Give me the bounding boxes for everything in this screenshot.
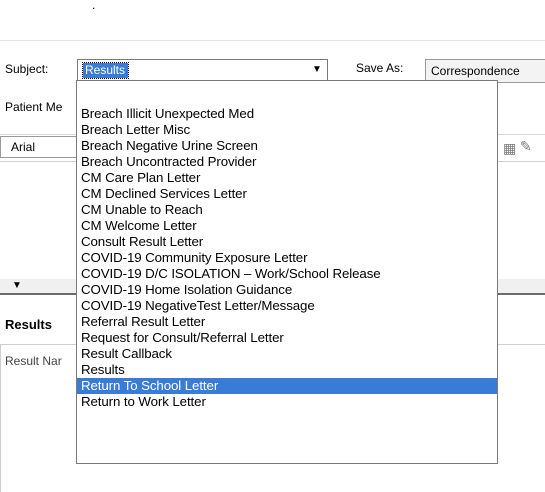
results-heading: Results <box>5 317 52 332</box>
dropdown-option[interactable]: Return to Work Letter <box>77 394 497 410</box>
dropdown-option[interactable]: Return To School Letter <box>77 378 497 394</box>
font-selector[interactable]: Arial <box>0 136 84 158</box>
stray-dot: . <box>92 0 96 12</box>
save-as-value: Correspondence <box>431 64 520 78</box>
save-as-label: Save As: <box>356 61 404 75</box>
subject-select[interactable]: Results ▼ <box>77 59 328 81</box>
patient-label: Patient Me <box>5 100 63 114</box>
dropdown-option[interactable]: COVID-19 NegativeTest Letter/Message <box>77 298 497 314</box>
dropdown-option[interactable]: Referral Result Letter <box>77 314 497 330</box>
subject-dropdown-list[interactable]: Breach Illicit Unexpected Med Breach Lett… <box>76 80 498 464</box>
dropdown-option[interactable]: Breach Uncontracted Provider <box>77 154 497 170</box>
dropdown-option[interactable]: Breach Illicit Unexpected Med <box>77 106 497 122</box>
font-name: Arial <box>11 140 36 154</box>
top-separator <box>0 40 545 49</box>
result-name-column-header[interactable]: Result Nar <box>5 354 62 368</box>
dropdown-option[interactable]: Consult Result Letter <box>77 234 497 250</box>
dropdown-option[interactable]: Result Callback <box>77 346 497 362</box>
subject-label: Subject: <box>5 62 49 76</box>
dropdown-option[interactable]: CM Declined Services Letter <box>77 186 497 202</box>
highlighter-icon[interactable]: ✎ <box>520 138 532 155</box>
dropdown-option[interactable]: CM Unable to Reach <box>77 202 497 218</box>
dropdown-option[interactable]: COVID-19 Home Isolation Guidance <box>77 282 497 298</box>
dropdown-option[interactable]: CM Care Plan Letter <box>77 170 497 186</box>
dropdown-option[interactable]: COVID-19 D/C ISOLATION – Work/School Rel… <box>77 266 497 282</box>
collapse-arrow-icon[interactable]: ▼ <box>12 280 22 291</box>
subject-value: Results <box>81 62 130 79</box>
dropdown-option[interactable]: Breach Letter Misc <box>77 122 497 138</box>
dropdown-option[interactable]: Results <box>77 362 497 378</box>
clipboard-icon[interactable]: ▦ <box>503 140 516 157</box>
dropdown-option[interactable]: Request for Consult/Referral Letter <box>77 330 497 346</box>
dropdown-option[interactable]: CM Welcome Letter <box>77 218 497 234</box>
dropdown-option[interactable]: COVID-19 Community Exposure Letter <box>77 250 497 266</box>
dropdown-option[interactable]: Breach Negative Urine Screen <box>77 138 497 154</box>
chevron-down-icon[interactable]: ▼ <box>308 61 326 79</box>
